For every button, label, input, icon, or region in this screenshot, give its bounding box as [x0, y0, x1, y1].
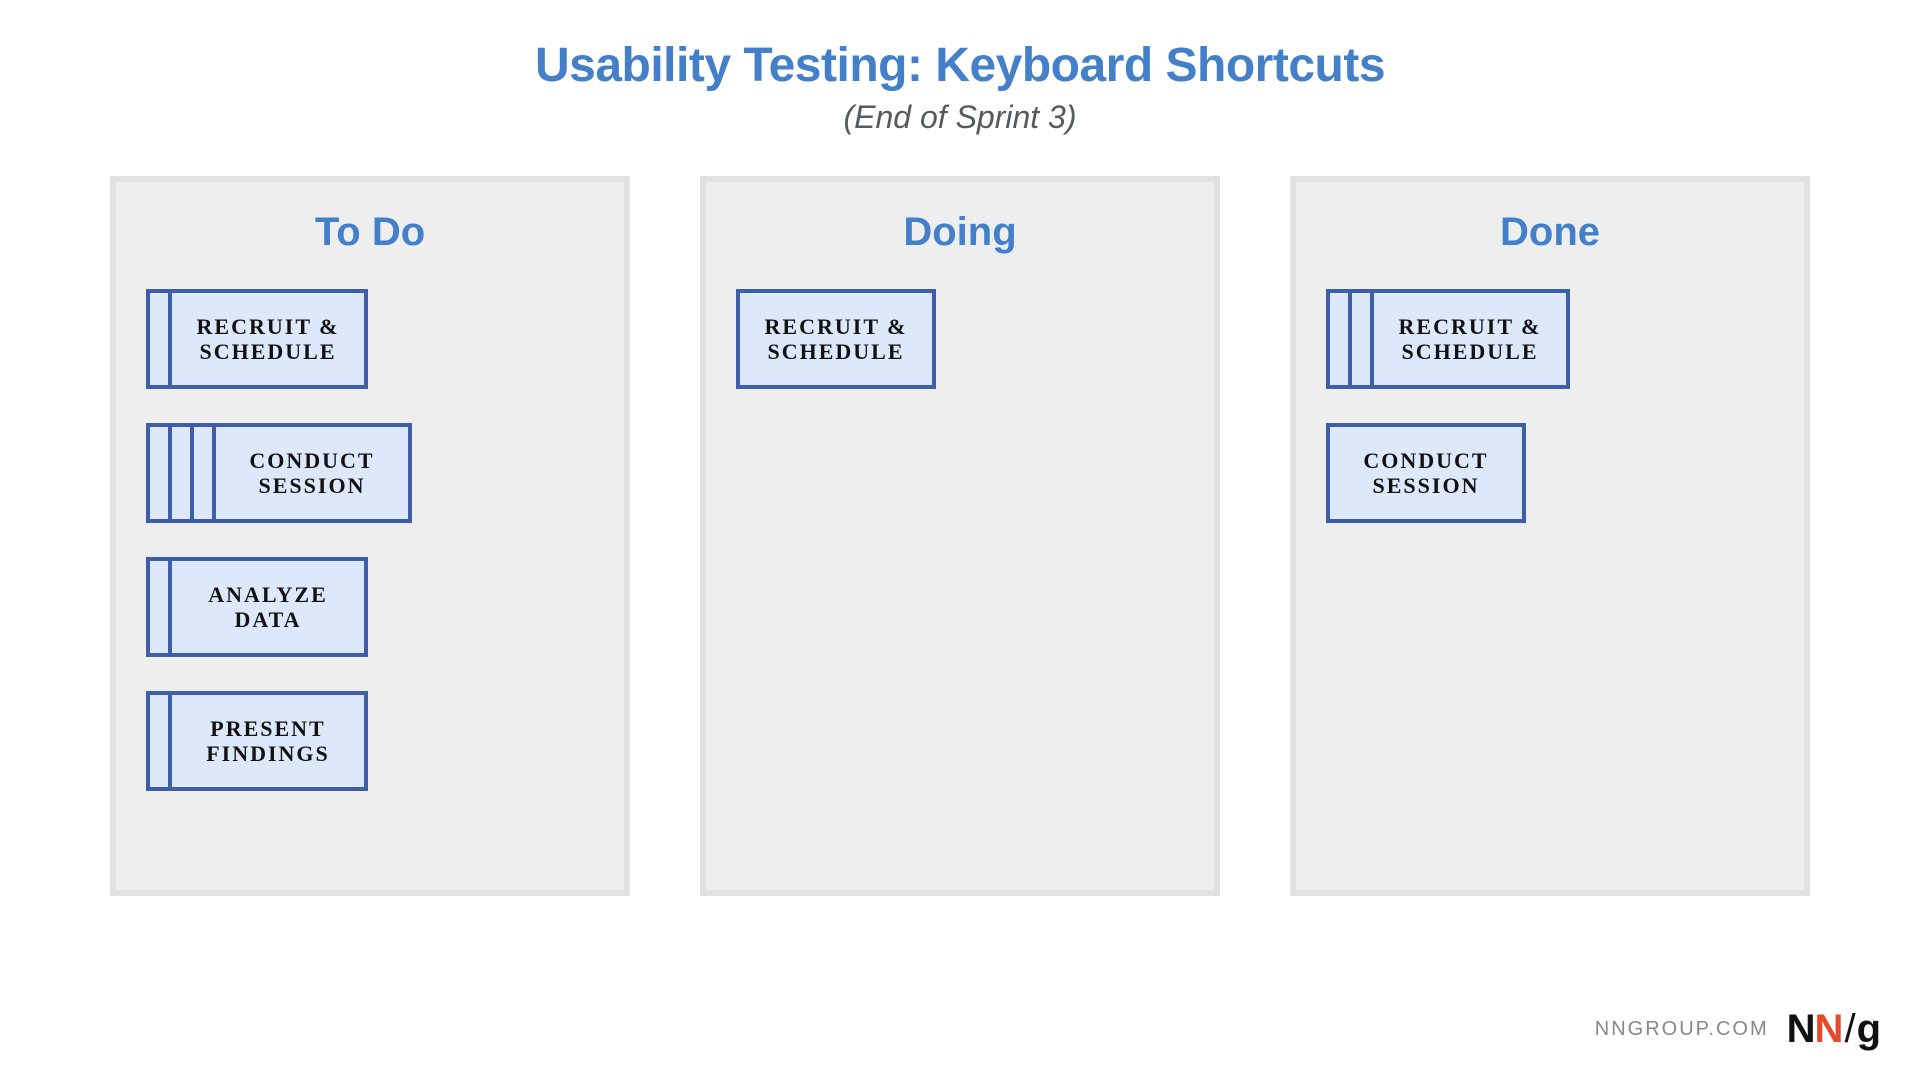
page-subtitle: (End of Sprint 3) [0, 99, 1920, 136]
task-card[interactable]: Conduct Session [212, 423, 412, 523]
card-stack: Recruit & Schedule [1326, 289, 1774, 393]
kanban-column: Done Recruit & Schedule Conduct Session [1290, 176, 1810, 896]
kanban-board: To Do Recruit & Schedule Conduct Session An… [0, 136, 1920, 896]
task-card[interactable]: Recruit & Schedule [1370, 289, 1570, 389]
card-stack: Recruit & Schedule [146, 289, 594, 393]
page-title: Usability Testing: Keyboard Shortcuts [0, 38, 1920, 93]
card-stack: Analyze Data [146, 557, 594, 661]
footer: NNGROUP.COM NN/g [1595, 1007, 1880, 1052]
column-title: Doing [736, 210, 1184, 255]
footer-site: NNGROUP.COM [1595, 1018, 1769, 1041]
task-card[interactable]: Present Findings [168, 691, 368, 791]
column-title: To Do [146, 210, 594, 255]
task-card[interactable]: Recruit & Schedule [736, 289, 936, 389]
logo-n2: N [1815, 1007, 1843, 1051]
nng-logo: NN/g [1787, 1007, 1880, 1052]
logo-g: g [1857, 1007, 1880, 1051]
card-stack: Conduct Session [1326, 423, 1774, 527]
card-stack: Recruit & Schedule [736, 289, 1184, 393]
task-card[interactable]: Conduct Session [1326, 423, 1526, 523]
task-card[interactable]: Recruit & Schedule [168, 289, 368, 389]
task-card[interactable]: Analyze Data [168, 557, 368, 657]
logo-n1: N [1787, 1007, 1815, 1051]
logo-slash: / [1842, 1007, 1856, 1051]
column-title: Done [1326, 210, 1774, 255]
card-stack: Present Findings [146, 691, 594, 795]
header: Usability Testing: Keyboard Shortcuts (E… [0, 0, 1920, 136]
card-stack: Conduct Session [146, 423, 594, 527]
kanban-column: Doing Recruit & Schedule [700, 176, 1220, 896]
kanban-column: To Do Recruit & Schedule Conduct Session An… [110, 176, 630, 896]
